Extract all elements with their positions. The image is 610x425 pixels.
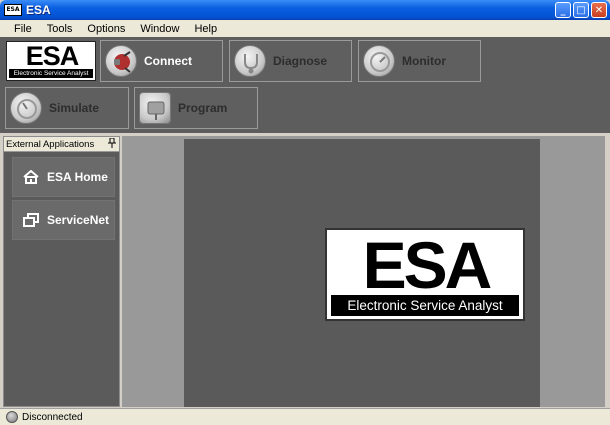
panel-header: External Applications (4, 137, 119, 152)
minimize-button[interactable]: _ (555, 2, 571, 18)
program-button[interactable]: Program (134, 87, 258, 129)
home-icon (23, 169, 39, 184)
simulate-label: Simulate (49, 101, 100, 115)
esa-logo-small: ESA Electronic Service Analyst (6, 41, 96, 81)
external-applications-panel: External Applications ESA Home ServiceNe… (3, 136, 120, 407)
menu-options[interactable]: Options (81, 23, 131, 35)
monitor-label: Monitor (402, 54, 446, 68)
simulate-button[interactable]: Simulate (5, 87, 129, 129)
menu-help[interactable]: Help (188, 23, 223, 35)
diagnose-label: Diagnose (273, 54, 328, 68)
center-logo-sub-text: Electronic Service Analyst (331, 295, 519, 316)
toolbar: ESA Electronic Service Analyst Connect D… (0, 37, 610, 133)
main-content-frame: ESA Electronic Service Analyst (122, 136, 605, 407)
connect-button[interactable]: Connect (100, 40, 223, 82)
dial-icon (10, 92, 42, 124)
panel-title: External Applications (6, 138, 95, 150)
app-icon: ESA (4, 4, 22, 16)
esa-logo-large: ESA Electronic Service Analyst (325, 228, 525, 321)
program-label: Program (178, 101, 228, 115)
esa-home-button[interactable]: ESA Home (12, 157, 115, 197)
windows-icon (23, 213, 39, 227)
close-button[interactable]: ✕ (591, 2, 607, 18)
window-controls: _ □ ✕ (555, 2, 607, 18)
logo-sub-text: Electronic Service Analyst (9, 69, 93, 78)
title-bar: ESA ESA _ □ ✕ (0, 0, 610, 20)
window-title: ESA (26, 3, 51, 17)
chip-icon (139, 92, 171, 124)
status-bar: Disconnected (0, 408, 610, 425)
monitor-button[interactable]: Monitor (358, 40, 481, 82)
pin-icon[interactable] (108, 137, 116, 151)
menu-window[interactable]: Window (134, 23, 185, 35)
logo-main-text: ESA (25, 41, 80, 71)
servicenet-label: ServiceNet (47, 213, 110, 227)
gauge-icon (363, 45, 395, 77)
connection-status-icon (6, 411, 18, 423)
esa-home-label: ESA Home (47, 170, 108, 184)
main-content-area: ESA Electronic Service Analyst (184, 139, 540, 407)
connect-label: Connect (144, 54, 192, 68)
maximize-button[interactable]: □ (573, 2, 589, 18)
connection-status-text: Disconnected (22, 411, 83, 423)
stethoscope-icon (234, 45, 266, 77)
connector-plug-icon (105, 45, 137, 77)
menu-file[interactable]: File (8, 23, 38, 35)
menu-tools[interactable]: Tools (41, 23, 79, 35)
servicenet-button[interactable]: ServiceNet (12, 200, 115, 240)
diagnose-button[interactable]: Diagnose (229, 40, 352, 82)
center-logo-main-text: ESA (362, 228, 493, 302)
menu-bar: File Tools Options Window Help (0, 20, 610, 37)
